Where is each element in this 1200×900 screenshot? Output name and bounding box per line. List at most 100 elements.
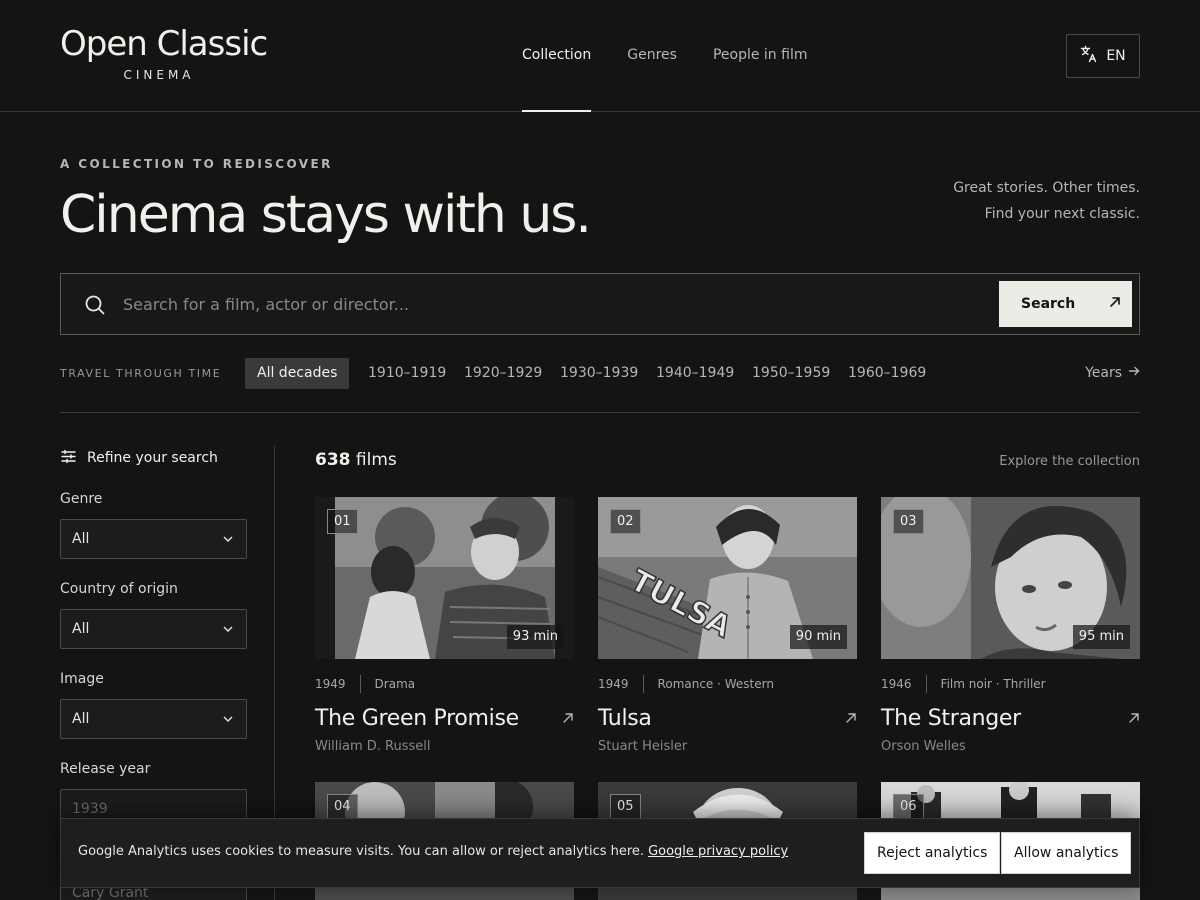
- film-title[interactable]: The Green Promise: [315, 706, 519, 731]
- film-number-badge: 01: [327, 509, 358, 534]
- nav-collection[interactable]: Collection: [522, 0, 592, 112]
- film-director: William D. Russell: [315, 739, 431, 754]
- film-title-row: The Green Promise: [315, 703, 574, 733]
- film-title[interactable]: Tulsa: [598, 706, 652, 731]
- site-header: Open Classic CINEMA Collection Genres Pe…: [0, 0, 1200, 112]
- arrow-up-right-icon[interactable]: [562, 709, 574, 728]
- language-button[interactable]: EN: [1066, 34, 1140, 78]
- translate-icon: [1080, 45, 1098, 67]
- cookie-banner: Google Analytics uses cookies to measure…: [60, 818, 1140, 888]
- refine-header: Refine your search: [60, 446, 247, 470]
- image-select[interactable]: All: [60, 699, 247, 739]
- arrow-up-right-icon[interactable]: [1128, 709, 1140, 728]
- genre-select[interactable]: All: [60, 519, 247, 559]
- search-bar: Search: [60, 273, 1140, 335]
- film-meta: 1949 Romance · Western: [598, 675, 857, 693]
- meta-separator: [359, 675, 361, 693]
- film-year: 1949: [315, 677, 346, 691]
- film-meta: 1946 Film noir · Thriller: [881, 675, 1140, 693]
- years-link-label: Years: [1085, 365, 1122, 381]
- film-poster[interactable]: 03 95 min: [881, 497, 1140, 659]
- results-count-unit: films: [355, 450, 397, 470]
- genre-select-value: All: [72, 531, 90, 547]
- release-year-label: Release year: [60, 761, 151, 777]
- arrow-right-icon: [1128, 358, 1140, 389]
- hero-tagline: Great stories. Other times. Find your ne…: [940, 175, 1140, 227]
- results-count-number: 638: [315, 450, 351, 470]
- chevron-down-icon: [222, 531, 234, 547]
- search-button[interactable]: Search: [999, 281, 1132, 327]
- decade-1910s[interactable]: 1910–1919: [368, 358, 446, 389]
- film-number-badge: 03: [893, 509, 924, 534]
- hero-eyebrow: A COLLECTION TO REDISCOVER: [60, 157, 333, 171]
- chevron-down-icon: [222, 621, 234, 637]
- logo-title: Open Classic: [60, 24, 268, 64]
- film-title-row: Tulsa: [598, 703, 857, 733]
- film-duration-badge: 90 min: [789, 625, 847, 649]
- hero-tagline-line-1: Great stories. Other times.: [953, 180, 1140, 196]
- film-director: Orson Welles: [881, 739, 966, 754]
- years-link[interactable]: Years: [1085, 358, 1140, 389]
- logo-subtitle: CINEMA: [123, 68, 195, 82]
- results-count: 638 films: [315, 450, 397, 470]
- filter-sidebar: Refine your search Genre All Country of …: [60, 446, 247, 829]
- film-card[interactable]: 01 93 min 1949 Drama The Green Promise W…: [315, 497, 574, 754]
- hero-title: Cinema stays with us.: [60, 185, 592, 245]
- film-number-badge: 05: [610, 794, 641, 819]
- country-select[interactable]: All: [60, 609, 247, 649]
- language-label: EN: [1106, 48, 1126, 64]
- arrow-up-right-icon[interactable]: [845, 709, 857, 728]
- chevron-down-icon: [222, 711, 234, 727]
- film-genre: Romance · Western: [657, 677, 774, 691]
- site-logo[interactable]: Open Classic CINEMA: [60, 24, 268, 82]
- search-icon: [83, 293, 107, 317]
- film-genre: Drama: [374, 677, 416, 691]
- main-nav: Collection Genres People in film: [522, 0, 808, 112]
- hero-tagline-line-2: Find your next classic.: [984, 206, 1140, 222]
- country-select-value: All: [72, 621, 90, 637]
- cookie-message: Google Analytics uses cookies to measure…: [78, 844, 788, 859]
- image-label: Image: [60, 671, 104, 687]
- arrow-up-right-icon: [1109, 296, 1121, 312]
- film-genre: Film noir · Thriller: [940, 677, 1046, 691]
- allow-analytics-button[interactable]: Allow analytics: [1001, 832, 1132, 874]
- meta-separator: [642, 675, 644, 693]
- cookie-message-text: Google Analytics uses cookies to measure…: [78, 844, 645, 859]
- nav-genres[interactable]: Genres: [627, 0, 677, 111]
- privacy-policy-link[interactable]: Google privacy policy: [648, 844, 788, 859]
- refine-label: Refine your search: [87, 450, 218, 466]
- nav-people-in-film[interactable]: People in film: [713, 0, 808, 111]
- decade-1940s[interactable]: 1940–1949: [656, 358, 734, 389]
- film-poster[interactable]: 01 93 min: [315, 497, 574, 659]
- decade-1920s[interactable]: 1920–1929: [464, 358, 542, 389]
- search-input[interactable]: [123, 284, 983, 324]
- film-card[interactable]: TULSA 02 90 min 1949 Romance · Western T…: [598, 497, 857, 754]
- genre-label: Genre: [60, 491, 103, 507]
- film-card[interactable]: 03 95 min 1946 Film noir · Thriller The …: [881, 497, 1140, 754]
- film-number-badge: 06: [893, 794, 924, 819]
- film-title[interactable]: The Stranger: [881, 706, 1021, 731]
- decade-filter: TRAVEL THROUGH TIME All decades 1910–191…: [60, 358, 1140, 389]
- decade-1960s[interactable]: 1960–1969: [848, 358, 926, 389]
- film-duration-badge: 95 min: [1072, 625, 1130, 649]
- decade-1930s[interactable]: 1930–1939: [560, 358, 638, 389]
- country-label: Country of origin: [60, 581, 178, 597]
- film-number-badge: 04: [327, 794, 358, 819]
- film-duration-badge: 93 min: [506, 625, 564, 649]
- search-button-label: Search: [1021, 296, 1076, 312]
- film-meta: 1949 Drama: [315, 675, 574, 693]
- film-year: 1949: [598, 677, 629, 691]
- film-title-row: The Stranger: [881, 703, 1140, 733]
- explore-collection-link[interactable]: Explore the collection: [999, 454, 1140, 469]
- section-divider: [60, 412, 1140, 413]
- film-director: Stuart Heisler: [598, 739, 688, 754]
- decade-filter-label: TRAVEL THROUGH TIME: [60, 367, 222, 380]
- sliders-icon: [60, 448, 77, 469]
- meta-separator: [925, 675, 927, 693]
- image-select-value: All: [72, 711, 90, 727]
- film-number-badge: 02: [610, 509, 641, 534]
- reject-analytics-button[interactable]: Reject analytics: [864, 832, 1001, 874]
- film-poster[interactable]: TULSA 02 90 min: [598, 497, 857, 659]
- decade-1950s[interactable]: 1950–1959: [752, 358, 830, 389]
- decade-all[interactable]: All decades: [245, 358, 350, 389]
